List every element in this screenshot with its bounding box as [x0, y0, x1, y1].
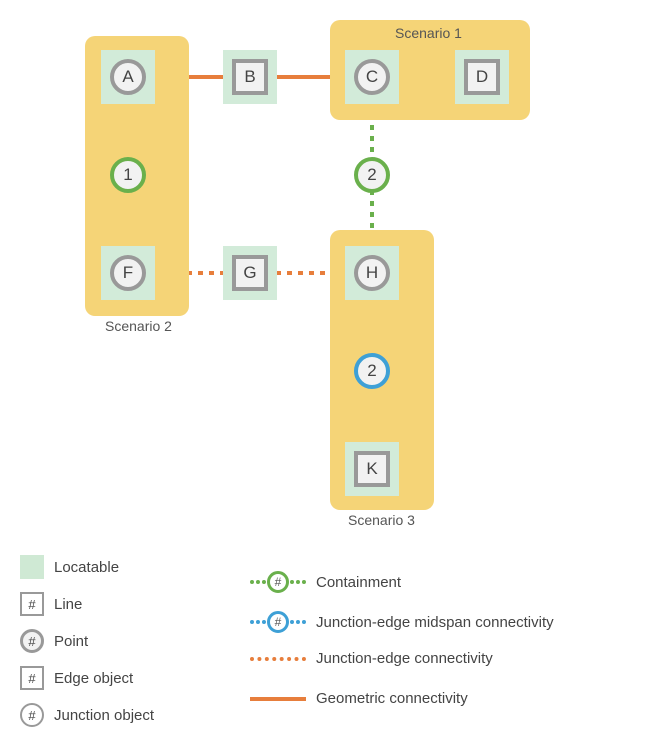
geom-icon [250, 697, 306, 701]
point-A: A [110, 59, 146, 95]
line-B: B [232, 59, 268, 95]
line-G: G [232, 255, 268, 291]
legend-midspan: # Junction-edge midspan connectivity [250, 610, 554, 634]
legend-label: Junction object [54, 707, 154, 724]
legend-line: # Line [20, 592, 82, 616]
legend-label: Point [54, 633, 88, 650]
point-F: F [110, 255, 146, 291]
junction-icon: # [20, 703, 44, 727]
legend-label: Locatable [54, 559, 119, 576]
legend-locatable: Locatable [20, 555, 119, 579]
legend-label: Junction-edge midspan connectivity [316, 614, 554, 631]
legend-edge: # Edge object [20, 666, 133, 690]
scenario2-label: Scenario 2 [105, 318, 172, 334]
jedge-icon [250, 657, 306, 661]
legend-label: Junction-edge connectivity [316, 650, 493, 667]
legend-label: Line [54, 596, 82, 613]
legend-label: Containment [316, 574, 401, 591]
diagram-canvas: Scenario 1 Scenario 2 Scenario 3 A B C D… [0, 0, 650, 742]
scenario1-label: Scenario 1 [395, 25, 462, 41]
legend-junction: # Junction object [20, 703, 154, 727]
legend-label: Edge object [54, 670, 133, 687]
edge-icon: # [20, 666, 44, 690]
point-icon: # [20, 629, 44, 653]
midspan-2: 2 [354, 353, 390, 389]
line-D: D [464, 59, 500, 95]
legend-jedge: Junction-edge connectivity [250, 650, 493, 667]
legend-label: Geometric connectivity [316, 690, 468, 707]
point-H: H [354, 255, 390, 291]
containment-1: 1 [110, 157, 146, 193]
line-icon: # [20, 592, 44, 616]
containment-2: 2 [354, 157, 390, 193]
legend-containment: # Containment [250, 570, 401, 594]
locatable-icon [20, 555, 44, 579]
line-K: K [354, 451, 390, 487]
scenario3-label: Scenario 3 [348, 512, 415, 528]
containment-icon: # [250, 570, 306, 594]
legend-geom: Geometric connectivity [250, 690, 468, 707]
point-C: C [354, 59, 390, 95]
midspan-icon: # [250, 610, 306, 634]
legend-point: # Point [20, 629, 88, 653]
